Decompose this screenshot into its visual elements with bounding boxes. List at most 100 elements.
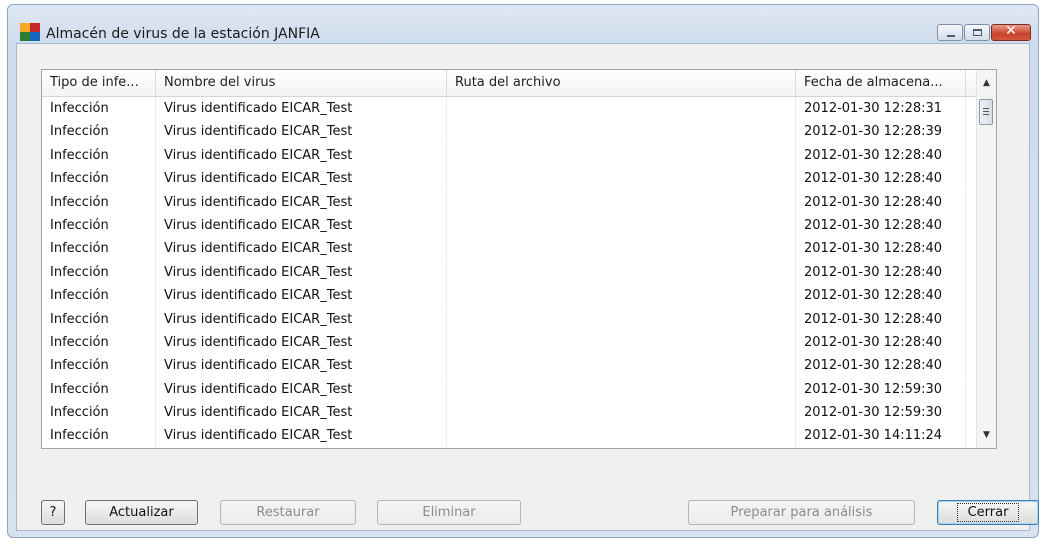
maximize-button[interactable] [964, 24, 990, 41]
table-row[interactable]: Infección Virus identificado EICAR_Test 20… [42, 424, 996, 448]
cell-file-path [447, 237, 796, 261]
maximize-icon [973, 29, 982, 36]
vertical-scrollbar[interactable]: ▲ ▼ [976, 70, 996, 448]
close-icon: ✕ [1005, 23, 1017, 39]
cell-infection-type: Infección [42, 213, 156, 237]
help-button[interactable]: ? [41, 500, 65, 525]
scroll-up-arrow-icon[interactable]: ▲ [977, 74, 996, 92]
table-row[interactable]: Infección Virus identificado EICAR_Test 20… [42, 190, 996, 214]
list-header: Tipo de infe... Nombre del virus Ruta de… [42, 70, 996, 97]
cell-stored-date: 2012-01-30 12:28:40 [796, 330, 966, 354]
cell-virus-name: Virus identificado EICAR_Test [156, 307, 447, 331]
restore-button[interactable]: Restaurar [220, 500, 356, 525]
cell-infection-type: Infección [42, 330, 156, 354]
cell-virus-name: Virus identificado EICAR_Test [156, 120, 447, 144]
cell-virus-name: Virus identificado EICAR_Test [156, 377, 447, 401]
cell-virus-name: Virus identificado EICAR_Test [156, 143, 447, 167]
cell-infection-type: Infección [42, 354, 156, 378]
cell-infection-type: Infección [42, 401, 156, 425]
table-row[interactable]: Infección Virus identificado EICAR_Test 20… [42, 120, 996, 144]
cell-virus-name: Virus identificado EICAR_Test [156, 424, 447, 448]
table-row[interactable]: Infección Virus identificado EICAR_Test 20… [42, 401, 996, 425]
cell-infection-type: Infección [42, 284, 156, 308]
table-row[interactable]: Infección Virus identificado EICAR_Test 20… [42, 284, 996, 308]
table-row[interactable]: Infección Virus identificado EICAR_Test 20… [42, 330, 996, 354]
cell-infection-type: Infección [42, 307, 156, 331]
table-row[interactable]: Infección Virus identificado EICAR_Test 20… [42, 97, 996, 120]
column-header-virus-name[interactable]: Nombre del virus [156, 70, 447, 96]
cell-infection-type: Infección [42, 424, 156, 448]
cell-stored-date: 2012-01-30 12:28:40 [796, 190, 966, 214]
cell-infection-type: Infección [42, 120, 156, 144]
cell-file-path [447, 377, 796, 401]
cell-file-path [447, 260, 796, 284]
cell-file-path [447, 143, 796, 167]
cell-virus-name: Virus identificado EICAR_Test [156, 354, 447, 378]
cell-stored-date: 2012-01-30 12:28:40 [796, 237, 966, 261]
cell-stored-date: 2012-01-30 12:28:40 [796, 213, 966, 237]
scroll-down-arrow-icon[interactable]: ▼ [977, 426, 996, 444]
close-window-button[interactable]: ✕ [991, 23, 1031, 41]
column-header-stored-date[interactable]: Fecha de almacena... [796, 70, 966, 96]
table-row[interactable]: Infección Virus identificado EICAR_Test 20… [42, 307, 996, 331]
virus-vault-list[interactable]: Tipo de infe... Nombre del virus Ruta de… [41, 69, 997, 449]
column-header-infection-type[interactable]: Tipo de infe... [42, 70, 156, 96]
cell-infection-type: Infección [42, 190, 156, 214]
cell-infection-type: Infección [42, 237, 156, 261]
cell-stored-date: 2012-01-30 12:59:30 [796, 401, 966, 425]
cell-virus-name: Virus identificado EICAR_Test [156, 237, 447, 261]
title-bar[interactable]: Almacén de virus de la estación JANFIA ✕ [8, 5, 1038, 43]
delete-button[interactable]: Eliminar [377, 500, 521, 525]
cell-stored-date: 2012-01-30 12:28:40 [796, 167, 966, 191]
cell-virus-name: Virus identificado EICAR_Test [156, 213, 447, 237]
table-row[interactable]: Infección Virus identificado EICAR_Test 20… [42, 143, 996, 167]
cell-file-path [447, 190, 796, 214]
cell-file-path [447, 330, 796, 354]
dialog-window: Almacén de virus de la estación JANFIA ✕… [7, 4, 1039, 538]
cell-virus-name: Virus identificado EICAR_Test [156, 97, 447, 120]
scroll-thumb[interactable] [979, 99, 993, 125]
cell-infection-type: Infección [42, 377, 156, 401]
table-row[interactable]: Infección Virus identificado EICAR_Test 20… [42, 260, 996, 284]
table-row[interactable]: Infección Virus identificado EICAR_Test 20… [42, 213, 996, 237]
cell-file-path [447, 354, 796, 378]
cell-virus-name: Virus identificado EICAR_Test [156, 284, 447, 308]
refresh-button[interactable]: Actualizar [85, 500, 198, 525]
cell-file-path [447, 97, 796, 120]
cell-file-path [447, 213, 796, 237]
cell-file-path [447, 307, 796, 331]
table-row[interactable]: Infección Virus identificado EICAR_Test 20… [42, 354, 996, 378]
column-header-file-path[interactable]: Ruta del archivo [447, 70, 796, 96]
dialog-body: Tipo de infe... Nombre del virus Ruta de… [16, 43, 1039, 531]
list-rows: Infección Virus identificado EICAR_Test 20… [42, 97, 996, 448]
table-row[interactable]: Infección Virus identificado EICAR_Test 20… [42, 377, 996, 401]
minimize-button[interactable] [937, 24, 963, 41]
cell-virus-name: Virus identificado EICAR_Test [156, 401, 447, 425]
minimize-icon [947, 35, 955, 37]
cell-stored-date: 2012-01-30 12:28:40 [796, 354, 966, 378]
avg-logo-icon [20, 23, 40, 41]
cell-file-path [447, 167, 796, 191]
close-button-label: Cerrar [956, 503, 1020, 522]
cell-virus-name: Virus identificado EICAR_Test [156, 330, 447, 354]
window-title: Almacén de virus de la estación JANFIA [46, 26, 320, 42]
cell-stored-date: 2012-01-30 12:59:30 [796, 377, 966, 401]
close-button[interactable]: Cerrar [937, 500, 1039, 525]
cell-infection-type: Infección [42, 167, 156, 191]
cell-virus-name: Virus identificado EICAR_Test [156, 167, 447, 191]
cell-stored-date: 2012-01-30 12:28:40 [796, 143, 966, 167]
cell-file-path [447, 284, 796, 308]
table-row[interactable]: Infección Virus identificado EICAR_Test 20… [42, 237, 996, 261]
cell-file-path [447, 120, 796, 144]
prepare-for-analysis-button[interactable]: Preparar para análisis [688, 500, 915, 525]
cell-file-path [447, 424, 796, 448]
cell-stored-date: 2012-01-30 12:28:31 [796, 97, 966, 120]
cell-stored-date: 2012-01-30 12:28:40 [796, 284, 966, 308]
cell-file-path [447, 401, 796, 425]
cell-stored-date: 2012-01-30 12:28:40 [796, 307, 966, 331]
cell-stored-date: 2012-01-30 12:28:39 [796, 120, 966, 144]
cell-stored-date: 2012-01-30 14:11:24 [796, 424, 966, 448]
cell-virus-name: Virus identificado EICAR_Test [156, 260, 447, 284]
cell-infection-type: Infección [42, 260, 156, 284]
table-row[interactable]: Infección Virus identificado EICAR_Test 20… [42, 167, 996, 191]
